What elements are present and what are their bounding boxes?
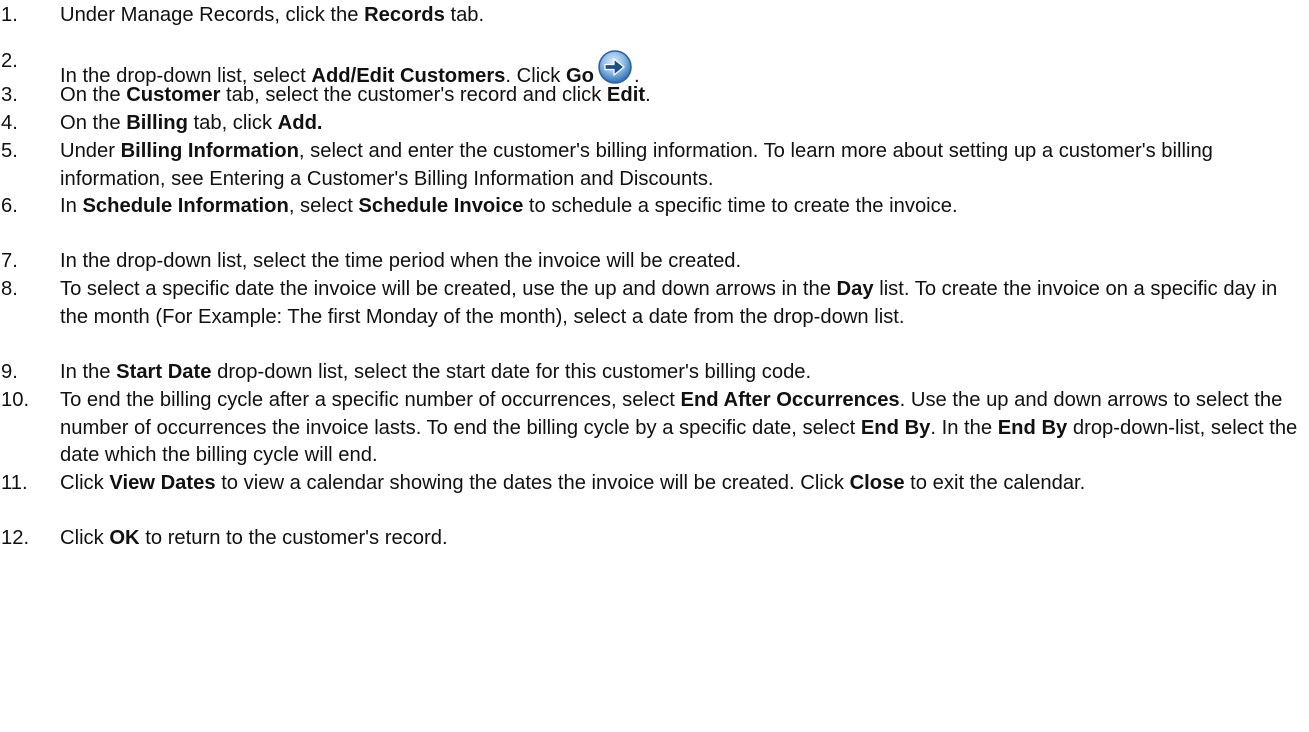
ui-term: Records <box>364 4 445 26</box>
step-text-run: to return to the customer's record. <box>139 527 448 549</box>
ui-term: Edit <box>606 84 646 106</box>
step-text-run: Click <box>60 472 110 494</box>
step-number: 10. <box>1 389 30 411</box>
ui-term: Customer <box>126 84 221 106</box>
ui-term: Schedule Information <box>82 195 289 217</box>
step-text-run: In the drop-down list, select the time p… <box>60 250 742 272</box>
go-arrow-icon <box>596 48 634 86</box>
step-number: 4. <box>1 112 18 134</box>
ui-term: View Dates <box>109 472 216 494</box>
step-text: Click OK to return to the customer's rec… <box>60 525 1305 553</box>
ui-term: Billing Information <box>120 140 299 162</box>
ui-term: End By <box>860 416 931 439</box>
step-number: 7. <box>1 250 18 272</box>
step-text-run: to view a calendar showing the dates the… <box>215 472 850 494</box>
ui-term: OK <box>109 527 140 549</box>
step-text: To select a specific date the invoice wi… <box>60 276 1305 331</box>
step-text-run: Under Manage Records, click the <box>60 4 365 26</box>
step-number: 3. <box>1 84 18 106</box>
step-number: 8. <box>1 278 18 300</box>
step-text-run: drop-down list, select the start date fo… <box>211 361 812 383</box>
step-text: On the Billing tab, click Add. <box>60 110 1305 138</box>
step-number: 9. <box>1 361 18 383</box>
step-text-run: Click <box>60 527 110 549</box>
step-number: 6. <box>1 195 18 217</box>
step-text-run: In the <box>60 361 117 383</box>
step-text-run: tab. <box>444 4 485 26</box>
step-text-run: , select <box>288 195 359 217</box>
step-number: 12. <box>1 527 30 549</box>
step-text-run: . <box>645 84 651 106</box>
ui-term: End By <box>997 416 1068 439</box>
step-text: In the drop-down list, select the time p… <box>60 248 1305 276</box>
step-text: In Schedule Information, select Schedule… <box>60 193 1305 221</box>
step-text: Under Manage Records, click the Records … <box>60 2 1305 30</box>
step-text-run: to schedule a specific time to create th… <box>523 195 958 217</box>
ui-term: Close <box>849 472 905 494</box>
ui-term: Add. <box>277 112 323 134</box>
ui-term: Day <box>836 278 874 300</box>
step-number: 11. <box>1 472 28 494</box>
step-text-run: tab, click <box>187 112 278 134</box>
step-text-run: On the <box>60 84 127 106</box>
ui-term: Billing <box>126 112 188 134</box>
step-number: 1. <box>1 4 18 26</box>
step-text-run: To end the billing cycle after a specifi… <box>60 389 681 411</box>
step-text: To end the billing cycle after a specifi… <box>60 387 1305 470</box>
step-text-run: to exit the calendar. <box>904 472 1086 494</box>
ui-term: Schedule Invoice <box>358 195 524 217</box>
step-text-run: To select a specific date the invoice wi… <box>60 278 837 300</box>
step-number: 5. <box>1 140 18 162</box>
step-number: 2. <box>1 50 18 72</box>
step-text: Under Billing Information, select and en… <box>60 138 1305 193</box>
step-text: On the Customer tab, select the customer… <box>60 82 1305 110</box>
step-text-run: In <box>60 195 83 217</box>
ui-term: End After Occurrences <box>680 389 900 411</box>
ui-term: Start Date <box>116 361 212 383</box>
step-text: In the Start Date drop-down list, select… <box>60 359 1305 387</box>
step-text-run: On the <box>60 112 127 134</box>
step-text-run: tab, select the customer's record and cl… <box>220 84 607 106</box>
step-text: Click View Dates to view a calendar show… <box>60 470 1305 498</box>
step-text-run: . In the <box>930 416 998 439</box>
step-text-run: Under <box>60 140 121 162</box>
